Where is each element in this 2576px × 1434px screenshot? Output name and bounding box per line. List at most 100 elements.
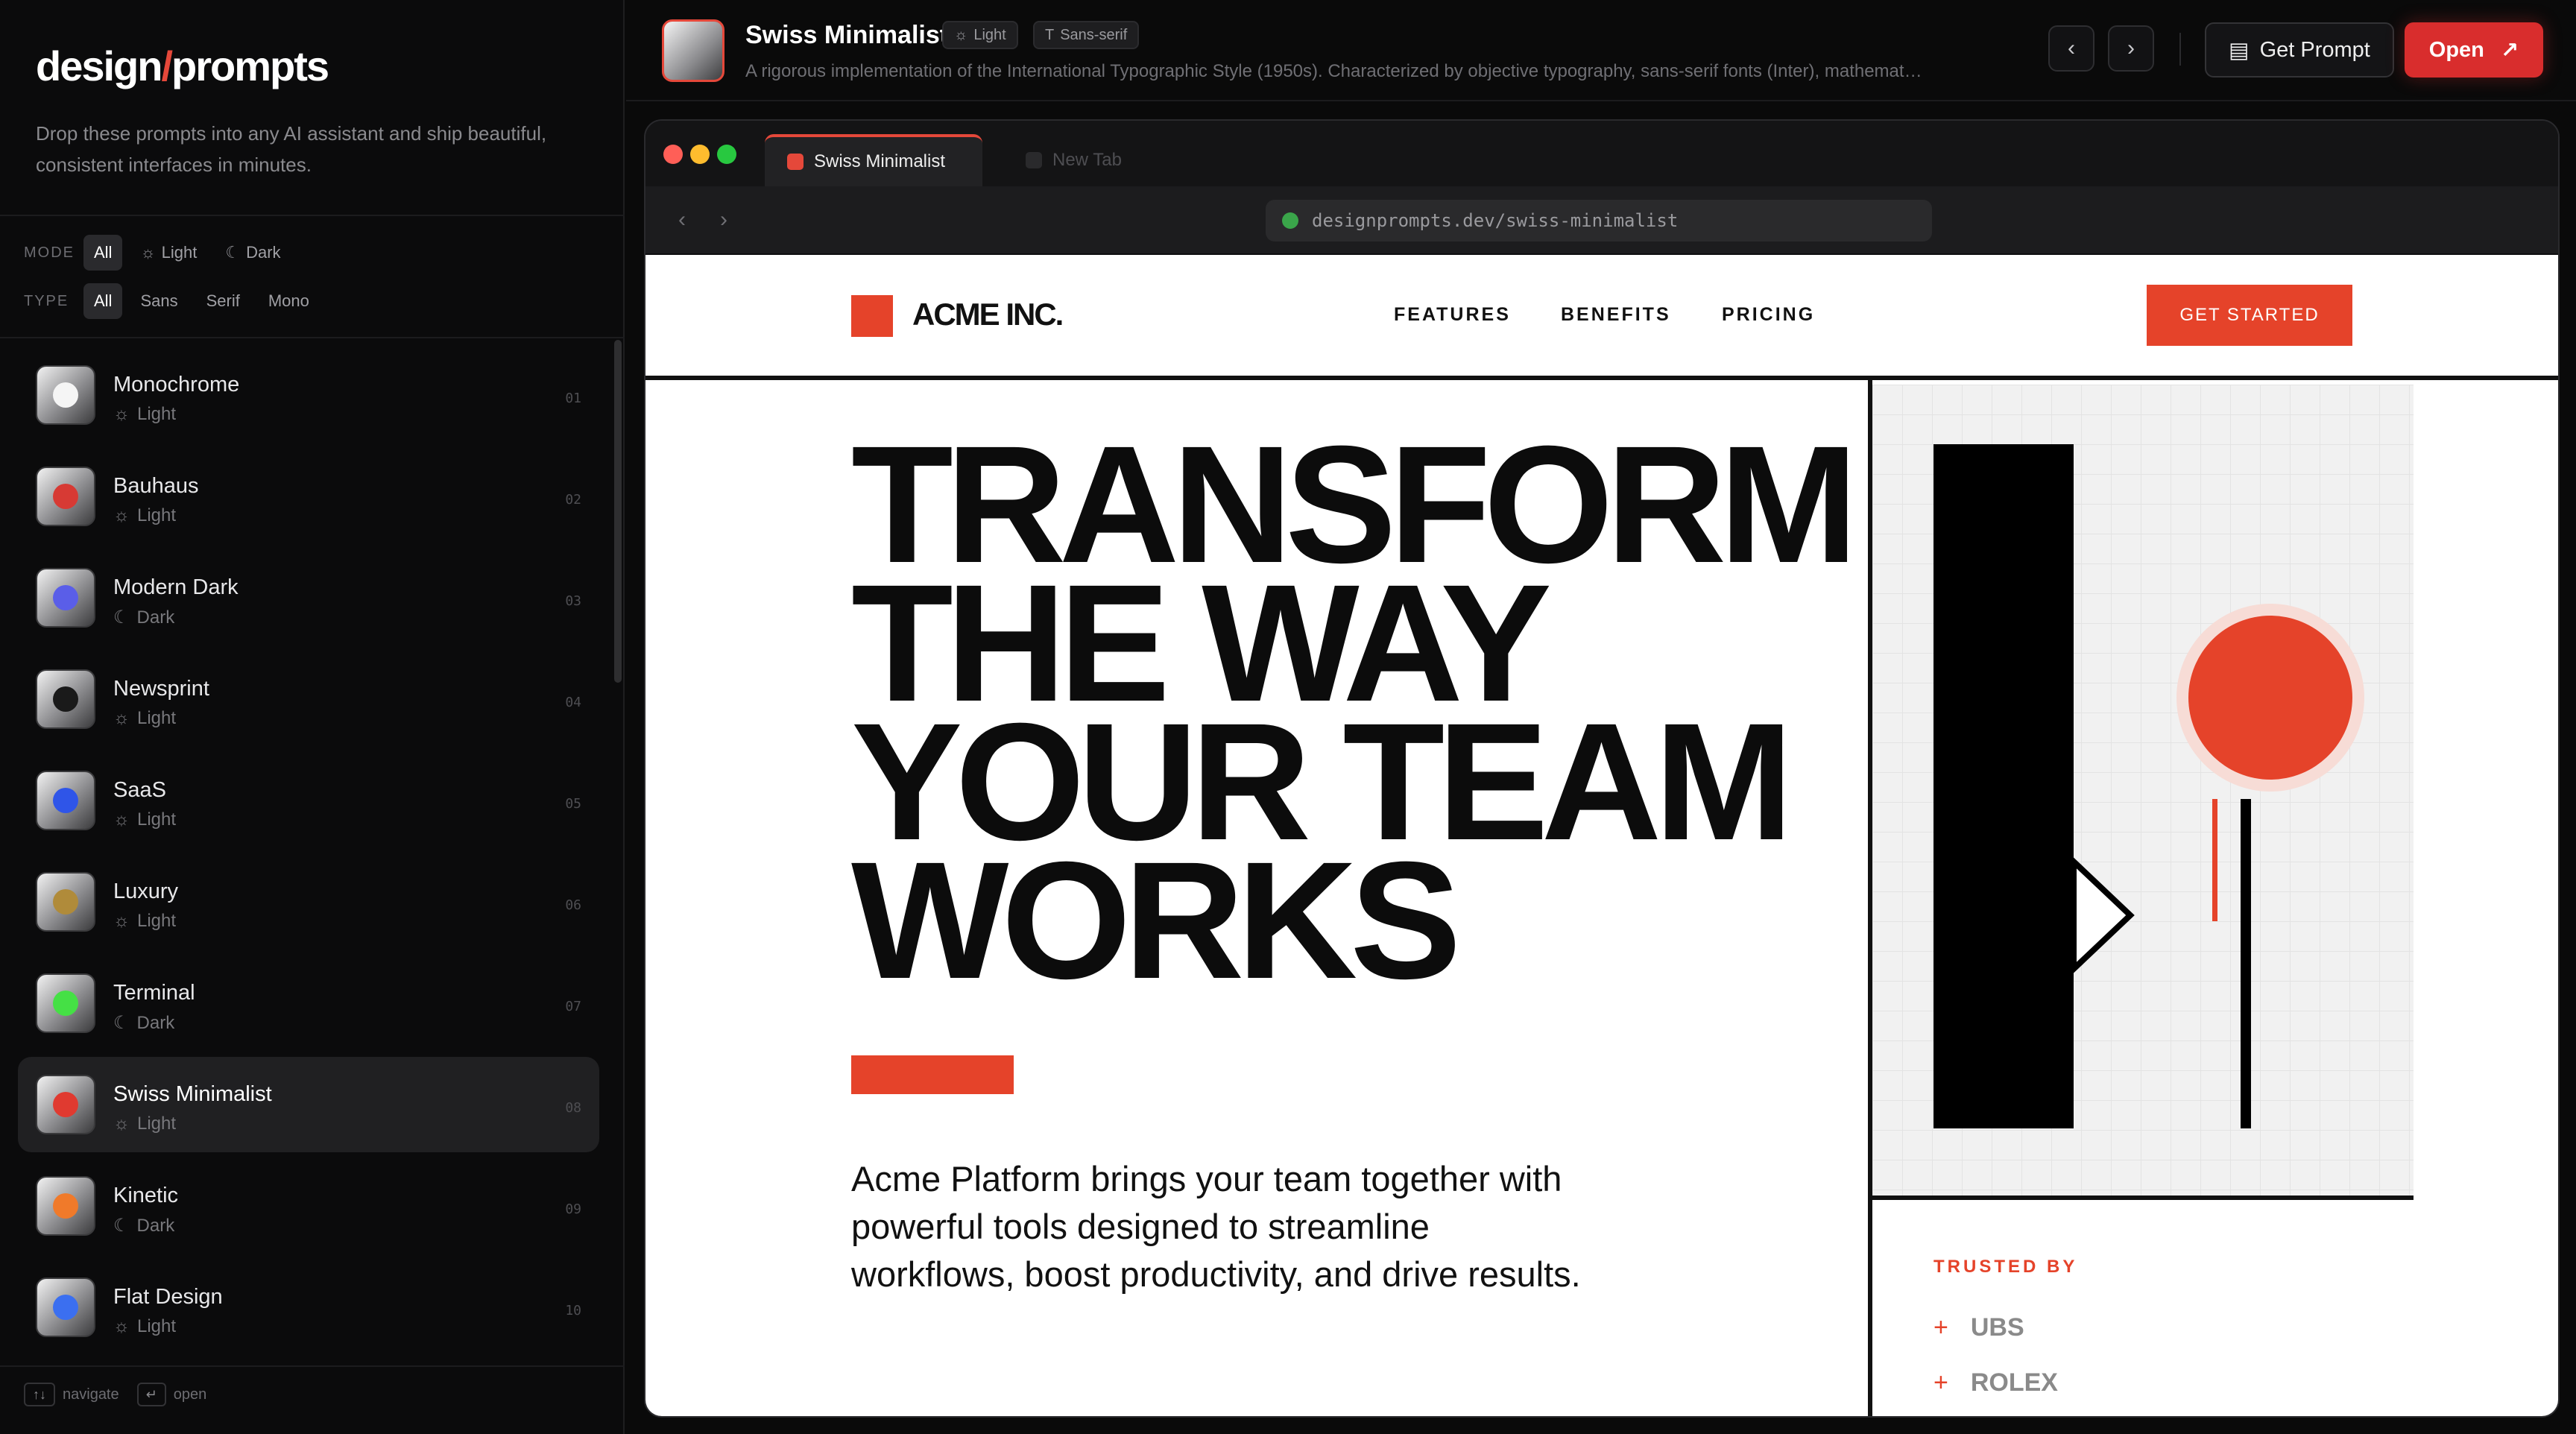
sun-icon: ☼ [954, 26, 968, 43]
swatch-dot [53, 1092, 78, 1117]
browser-forward-icon[interactable]: › [720, 207, 727, 233]
item-name: Swiss Minimalist [113, 1082, 272, 1106]
sidebar-scrollbar[interactable] [614, 340, 622, 683]
next-button[interactable]: › [2108, 25, 2154, 72]
browser-back-icon[interactable]: ‹ [678, 207, 686, 233]
mode-dark-label: Dark [246, 243, 281, 262]
favicon-icon [787, 154, 804, 170]
browser-tab-active[interactable]: Swiss Minimalist [765, 134, 982, 186]
moon-icon: ☾ [225, 243, 241, 262]
mode-dark-chip[interactable]: ☾ Dark [215, 235, 291, 271]
item-mode-label: Light [137, 708, 177, 728]
type-mono-chip[interactable]: Mono [258, 283, 320, 319]
open-button[interactable]: Open ↗ [2405, 22, 2543, 78]
mode-light-label: Light [161, 243, 198, 262]
preview-header: Swiss Minimalist ☼ Light T Sans-serif A ri… [626, 0, 2576, 101]
sun-icon: ☼ [113, 1316, 130, 1336]
mode-all-chip[interactable]: All [83, 235, 123, 271]
sun-icon: ☼ [113, 404, 130, 424]
url-text: designprompts.dev/swiss-minimalist [1312, 210, 1679, 231]
client-name: UBS [1970, 1313, 2024, 1342]
nav-benefits[interactable]: BENEFITS [1561, 304, 1671, 326]
sun-icon: ☼ [113, 911, 130, 931]
nav-pricing[interactable]: PRICING [1722, 304, 1815, 326]
header-separator [2179, 33, 2181, 66]
type-tag: T Sans-serif [1033, 21, 1140, 49]
item-name: Monochrome [113, 373, 240, 397]
list-item[interactable]: SaaS ☼ Light 05 [18, 753, 599, 848]
browser-addressbar: ‹ › designprompts.dev/swiss-minimalist [645, 186, 2558, 255]
black-column [1933, 444, 2074, 1128]
arrow-keys-icon: ↑↓ [24, 1383, 55, 1406]
sun-icon: ☼ [113, 1114, 130, 1134]
brand-logo[interactable]: design/prompts [36, 42, 329, 90]
site-logo[interactable]: ACME INC. [912, 297, 1064, 332]
item-number: 02 [565, 492, 581, 508]
style-swatch [36, 872, 95, 932]
keyboard-hints: ↑↓ navigate ↵ open [24, 1383, 206, 1406]
item-mode: ☼ Light [113, 809, 176, 830]
item-name: SaaS [113, 778, 166, 802]
type-serif-label: Serif [206, 291, 240, 310]
type-mono-label: Mono [268, 291, 309, 310]
style-swatch [36, 467, 95, 526]
item-number: 04 [565, 695, 581, 710]
moon-icon: ☾ [113, 1216, 130, 1236]
type-serif-chip[interactable]: Serif [196, 283, 250, 319]
item-mode: ☼ Light [113, 404, 176, 425]
hero-headline: TRANSFORM THE WAY YOUR TEAM WORKS [851, 421, 1858, 1004]
red-line [2212, 799, 2217, 921]
item-mode: ☼ Light [113, 505, 176, 526]
type-label: TYPE [24, 292, 69, 309]
text-type-icon: T [1045, 26, 1055, 43]
list-item[interactable]: Newsprint ☼ Light 04 [18, 651, 599, 747]
item-mode: ☾ Dark [113, 607, 174, 628]
list-item[interactable]: Luxury ☼ Light 06 [18, 854, 599, 950]
list-item[interactable]: Kinetic ☾ Dark 09 [18, 1158, 599, 1254]
mode-light-chip[interactable]: ☼ Light [130, 235, 207, 271]
item-mode: ☾ Dark [113, 1215, 174, 1236]
previous-button[interactable]: ‹ [2048, 25, 2094, 72]
item-number: 05 [565, 796, 581, 812]
tagline: Drop these prompts into any AI assistant… [36, 122, 547, 176]
close-window-icon[interactable] [663, 145, 683, 164]
nav-features[interactable]: FEATURES [1394, 304, 1511, 326]
item-name: Kinetic [113, 1184, 179, 1207]
mode-label: MODE [24, 244, 75, 261]
get-prompt-button[interactable]: ▤ Get Prompt [2205, 22, 2394, 78]
hero-artwork [1872, 385, 2414, 1197]
type-tag-label: Sans-serif [1060, 26, 1128, 43]
list-item[interactable]: Bauhaus ☼ Light 02 [18, 449, 599, 544]
url-bar[interactable]: designprompts.dev/swiss-minimalist [1266, 200, 1932, 241]
artwork-rule [1872, 1195, 2414, 1200]
list-item[interactable]: Monochrome ☼ Light 01 [18, 347, 599, 443]
type-filter: TYPE All Sans Serif Mono [24, 283, 320, 319]
item-mode-label: Light [137, 1316, 177, 1336]
secure-icon [1282, 212, 1298, 229]
list-item[interactable]: Terminal ☾ Dark 07 [18, 956, 599, 1051]
browser-tab-new[interactable]: New Tab [1003, 134, 1144, 186]
item-name: Modern Dark [113, 575, 239, 599]
list-item[interactable]: Modern Dark ☾ Dark 03 [18, 550, 599, 645]
type-all-chip[interactable]: All [83, 283, 123, 319]
style-swatch [36, 1277, 95, 1337]
list-item-selected[interactable]: Swiss Minimalist ☼ Light 08 [18, 1057, 599, 1152]
minimize-window-icon[interactable] [690, 145, 710, 164]
black-line [2241, 799, 2251, 1128]
list-item[interactable]: Flat Design ☼ Light 10 [18, 1260, 599, 1355]
sun-icon: ☼ [140, 243, 156, 262]
acme-logo-icon [851, 295, 893, 337]
type-sans-chip[interactable]: Sans [130, 283, 188, 319]
swatch-dot [53, 889, 78, 915]
item-mode-label: Light [137, 404, 177, 424]
chevron-left-icon: ‹ [2068, 36, 2075, 60]
item-number: 06 [565, 897, 581, 913]
maximize-window-icon[interactable] [717, 145, 736, 164]
item-number: 03 [565, 593, 581, 609]
item-number: 08 [565, 1100, 581, 1116]
swatch-dot [53, 686, 78, 712]
hint-navigate-label: navigate [63, 1386, 119, 1403]
get-started-button[interactable]: GET STARTED [2147, 285, 2352, 346]
moon-icon: ☾ [113, 607, 130, 628]
browser-tabbar: Swiss Minimalist New Tab [645, 121, 2558, 186]
